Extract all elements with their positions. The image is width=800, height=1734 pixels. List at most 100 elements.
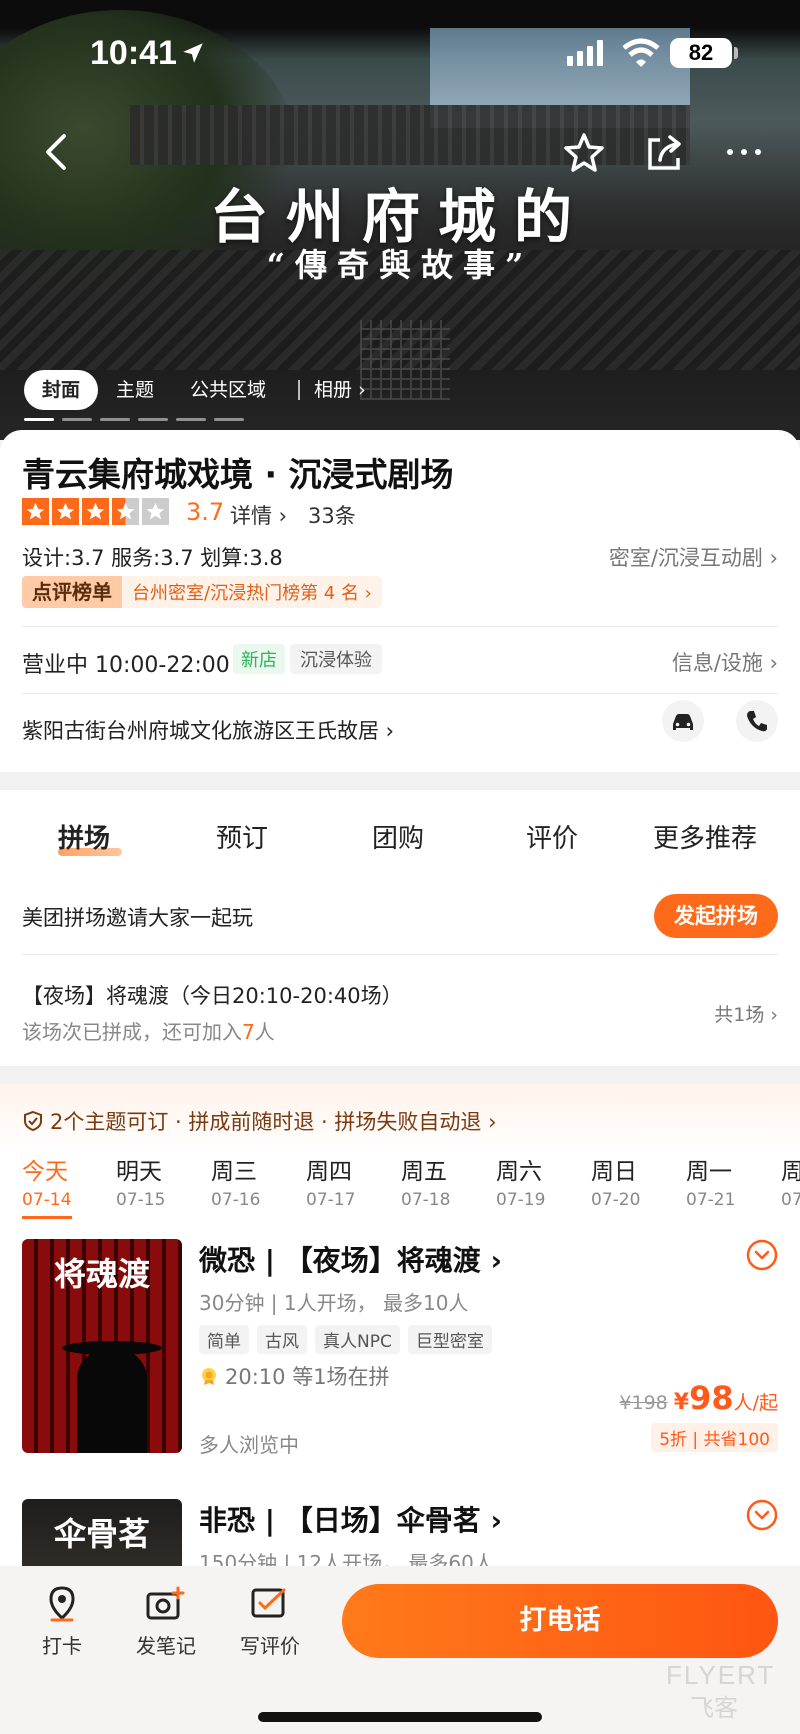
theme-tags: 简单 古风 真人NPC 巨型密室 [199, 1325, 492, 1354]
current-price: ¥98 [673, 1379, 734, 1417]
checkin-button[interactable]: 打卡 [22, 1584, 102, 1659]
theme-tag: 真人NPC [315, 1325, 400, 1354]
tab-group-play[interactable]: 拼场 [58, 818, 110, 855]
divider [22, 954, 778, 955]
share-icon[interactable] [642, 130, 686, 174]
theme-price: ¥198 ¥98人/起 [619, 1379, 778, 1417]
date-item[interactable]: 周五 07-18 [401, 1152, 485, 1210]
shop-name: 青云集府城戏境 · 沉浸式剧场 [22, 455, 454, 494]
session-title[interactable]: 【夜场】将魂渡（今日20:10-20:40场） [22, 980, 403, 1010]
theme-item[interactable]: 将魂渡 微恐 | 【夜场】将魂渡 › 30分钟 | 1人开场， 最多10人 简单… [0, 1239, 800, 1479]
hero-tabs: 封面 主题 公共区域 相册 › [24, 368, 370, 412]
theme-meta: 30分钟 | 1人开场， 最多10人 [199, 1291, 469, 1315]
carousel-dot [62, 418, 92, 421]
location-arrow-icon [183, 43, 203, 63]
divider [22, 693, 778, 694]
theme-tag: 巨型密室 [407, 1325, 492, 1354]
ranking-tag: 点评榜单 [22, 576, 122, 608]
home-indicator[interactable] [258, 1712, 542, 1722]
day-label: 周三 [211, 1159, 257, 1185]
session-count-link[interactable]: 共1场 › [714, 1000, 778, 1027]
original-price: ¥198 [619, 1392, 668, 1414]
date-item[interactable]: 明天 07-15 [116, 1152, 200, 1210]
info-facilities-link[interactable]: 信息/设施 › [672, 647, 778, 677]
watermark-text: FLYERT [666, 1660, 776, 1690]
theme-title[interactable]: 微恐 | 【夜场】将魂渡 › [199, 1239, 502, 1279]
hero-subtitle: “傳奇與故事” [266, 246, 534, 284]
star-icon [52, 498, 79, 525]
price-symbol: ¥ [673, 1390, 690, 1415]
favorite-star-icon[interactable] [562, 130, 606, 174]
star-icon [22, 498, 49, 525]
date-item[interactable]: 周 07 [781, 1152, 800, 1210]
post-note-button[interactable]: 发笔记 [126, 1584, 206, 1659]
tab-reserve[interactable]: 预订 [216, 818, 268, 855]
star-empty-icon [142, 498, 169, 525]
session-status-text: 该场次已拼成，还可加入 [22, 1020, 242, 1044]
date-label: 07-19 [496, 1190, 546, 1210]
status-time: 10:41 [90, 34, 177, 72]
browsing-hint: 多人浏览中 [199, 1433, 299, 1457]
day-label: 明天 [116, 1159, 162, 1185]
hero-tab-divider [298, 380, 301, 400]
date-item[interactable]: 周日 07-20 [591, 1152, 675, 1210]
signal-icon [567, 40, 603, 66]
day-label: 周六 [496, 1159, 542, 1185]
date-label: 07-20 [591, 1190, 641, 1210]
shop-info-card: 青云集府城戏境 · 沉浸式剧场 3.7 详情 › 33条 设计:3.7 服务:3… [0, 430, 800, 772]
poster-figure [77, 1349, 147, 1453]
date-item[interactable]: 周三 07-16 [211, 1152, 295, 1210]
phone-icon [747, 711, 767, 732]
star-half-icon [112, 498, 139, 525]
carousel-dot [176, 418, 206, 421]
status-bar: 10:41 82 [0, 28, 800, 84]
hero-tab-theme[interactable]: 主题 [98, 370, 172, 410]
theme-tag: 简单 [199, 1325, 249, 1354]
date-label: 07-18 [401, 1190, 451, 1210]
tab-reviews[interactable]: 评价 [526, 818, 578, 855]
tab-group-buy[interactable]: 团购 [372, 818, 424, 855]
watermark-text-cn: 飞客 [690, 1694, 738, 1722]
date-item[interactable]: 周四 07-17 [306, 1152, 390, 1210]
date-item[interactable]: 周六 07-19 [496, 1152, 580, 1210]
booking-notice: 2个主题可订 · 拼成前随时退 · 拼场失败自动退 › [22, 1106, 496, 1136]
selected-date-underline [22, 1216, 72, 1219]
poster-title: 伞骨茗 [53, 1515, 150, 1553]
booking-notice-bar[interactable]: 2个主题可订 · 拼成前随时退 · 拼场失败自动退 › [0, 1084, 800, 1154]
carousel-dot [214, 418, 244, 421]
divider [22, 626, 778, 627]
theme-group-status: 20:10 等1场在拼 [199, 1361, 390, 1391]
battery-icon: 82 [670, 38, 732, 68]
start-group-button[interactable]: 发起拼场 [654, 894, 778, 938]
chevron-down-circle-icon[interactable] [746, 1499, 778, 1531]
theme-tag: 古风 [257, 1325, 307, 1354]
location-pin-icon [49, 1586, 75, 1622]
phone-button[interactable] [736, 700, 778, 742]
date-item[interactable]: 今天 07-14 [22, 1152, 106, 1219]
bottom-action-bar: 打卡 发笔记 写评价 打电话 [0, 1566, 800, 1734]
experience-tag: 沉浸体验 [290, 644, 382, 674]
chevron-down-circle-icon[interactable] [746, 1239, 778, 1271]
more-icon[interactable] [722, 130, 766, 174]
carousel-dot [100, 418, 130, 421]
review-count[interactable]: 33条 [308, 500, 356, 530]
navigation-car-button[interactable] [662, 700, 704, 742]
date-item[interactable]: 周一 07-21 [686, 1152, 770, 1210]
ranking-badge[interactable]: 点评榜单 台州密室/沉浸热门榜第 4 名 › [22, 576, 382, 608]
rating-detail-link[interactable]: 详情 › [230, 500, 287, 530]
call-button[interactable]: 打电话 [342, 1584, 778, 1658]
theme-title[interactable]: 非恐 | 【日场】伞骨茗 › [199, 1499, 502, 1539]
remaining-count: 7 [242, 1020, 255, 1044]
hero-tab-cover[interactable]: 封面 [24, 370, 99, 410]
hero-banner[interactable]: 10:41 82 台州府城的 “傳奇與故事” 封面 主题 公共区域 相册 › [0, 0, 800, 440]
price-unit: 人/起 [733, 1392, 778, 1414]
back-arrow-icon[interactable] [36, 130, 80, 174]
address-link[interactable]: 紫阳古街台州府城文化旅游区王氏故居 › [22, 715, 394, 745]
write-review-button[interactable]: 写评价 [230, 1584, 310, 1659]
medal-icon [202, 1368, 216, 1385]
hero-tab-album[interactable]: 相册 › [310, 370, 370, 410]
tab-more[interactable]: 更多推荐 [653, 818, 757, 855]
category-link[interactable]: 密室/沉浸互动剧 › [609, 542, 778, 572]
hero-tab-public-area[interactable]: 公共区域 [172, 370, 284, 410]
shield-check-icon [24, 1110, 42, 1132]
